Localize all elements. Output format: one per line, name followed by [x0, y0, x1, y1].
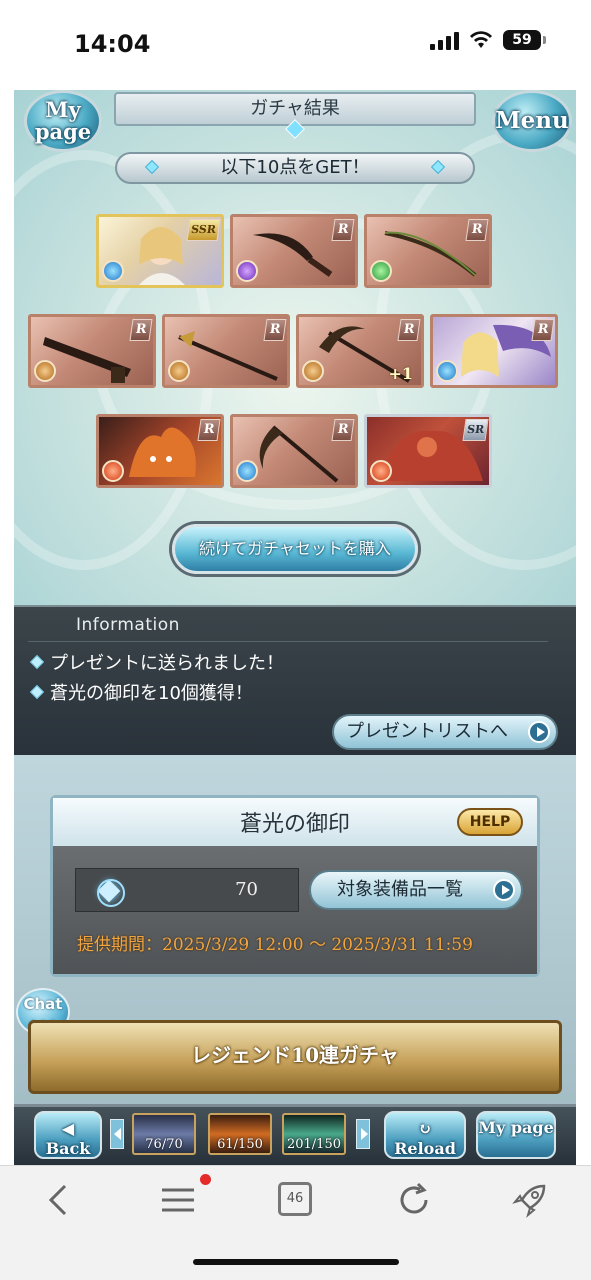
rocket-icon[interactable]	[510, 1180, 550, 1220]
menu-icon[interactable]	[158, 1180, 198, 1220]
gem-right-icon	[430, 159, 446, 175]
home-indicator	[193, 1259, 399, 1265]
result-card-8[interactable]: R	[96, 414, 224, 488]
divider	[28, 641, 548, 642]
information-heading: Information	[76, 615, 180, 635]
rarity-badge: R	[263, 319, 287, 341]
get-text: 以下10点をGET！	[220, 157, 370, 178]
result-card-9[interactable]: R	[230, 414, 358, 488]
reload-icon[interactable]	[394, 1180, 434, 1220]
get-banner: 以下10点をGET！	[115, 152, 475, 184]
water-element-icon	[102, 260, 124, 282]
legend-gacha-title: レジェンド10連ガチャ	[191, 1043, 399, 1067]
legend-gacha-banner[interactable]: レジェンド10連ガチャ	[28, 1020, 562, 1094]
battery-icon: 59	[503, 30, 546, 50]
menu-button[interactable]: Menu	[492, 90, 572, 152]
earth-element-icon	[34, 360, 56, 382]
seal-count: 70	[235, 879, 258, 900]
bottom-mypage-button[interactable]: My page	[476, 1111, 556, 1159]
game-view: My page ガチャ結果 Menu 以下10点をGET！ SSR R R R …	[14, 90, 576, 1165]
clock: 14:04	[74, 30, 151, 58]
rarity-badge: R	[331, 419, 355, 441]
resource-bp: 61/150	[208, 1113, 272, 1155]
rarity-badge: R	[531, 319, 555, 341]
result-card-3[interactable]: R	[364, 214, 492, 288]
water-element-icon	[236, 460, 258, 482]
fire-element-icon	[370, 460, 392, 482]
wifi-icon	[470, 31, 492, 48]
offer-period: 提供期間：2025/3/29 12:00 〜 2025/3/31 11:59	[77, 935, 473, 955]
seal-icon	[94, 876, 125, 907]
rarity-badge: R	[397, 319, 421, 341]
result-card-7[interactable]: R	[430, 314, 558, 388]
back-arrow-icon[interactable]	[40, 1180, 80, 1220]
gem-left-icon	[144, 159, 160, 175]
earth-element-icon	[168, 360, 190, 382]
status-icons: 59	[430, 30, 546, 50]
earth-element-icon	[302, 360, 324, 382]
result-card-1[interactable]: SSR	[96, 214, 224, 288]
arrow-right-icon	[493, 879, 515, 901]
seal-count-box: 70	[75, 868, 299, 912]
dark-element-icon	[236, 260, 258, 282]
info-item: 蒼光の御印を10個獲得！	[29, 679, 253, 705]
seal-panel: 蒼光の御印 HELP 70 対象装備品一覧 提供期間：2025/3/29 12:…	[50, 795, 540, 977]
notification-dot	[200, 1174, 211, 1185]
continue-gacha-button[interactable]: 続けてガチャセットを購入	[172, 524, 418, 574]
back-button[interactable]: ◀ Back	[34, 1111, 102, 1159]
result-card-5[interactable]: R	[162, 314, 290, 388]
signal-icon	[430, 30, 459, 50]
target-equipment-button[interactable]: 対象装備品一覧	[309, 870, 523, 910]
result-card-4[interactable]: R	[28, 314, 156, 388]
gacha-result-area: My page ガチャ結果 Menu 以下10点をGET！ SSR R R R …	[14, 90, 576, 605]
rarity-badge: SSR	[186, 219, 221, 241]
top-bar: My page ガチャ結果 Menu	[14, 90, 576, 152]
scroll-right-icon[interactable]	[356, 1119, 370, 1149]
fire-element-icon	[102, 460, 124, 482]
resource-item: 201/150	[282, 1113, 346, 1155]
result-card-10[interactable]: SR	[364, 414, 492, 488]
diamond-bullet-icon	[29, 684, 45, 700]
information-panel: Information プレゼントに送られました！ 蒼光の御印を10個獲得！ プ…	[14, 605, 576, 755]
plus-badge: +1	[388, 364, 413, 383]
rarity-badge: R	[197, 419, 221, 441]
help-button[interactable]: HELP	[457, 808, 523, 836]
mypage-button[interactable]: My page	[24, 90, 102, 152]
resource-ap: 76/70	[132, 1113, 196, 1155]
rarity-badge: R	[465, 219, 489, 241]
info-item: プレゼントに送られました！	[29, 649, 284, 675]
rarity-badge: R	[331, 219, 355, 241]
reload-button[interactable]: ↻ Reload	[384, 1111, 466, 1159]
diamond-bullet-icon	[29, 654, 45, 670]
water-element-icon	[436, 360, 458, 382]
status-bar: 14:04 59	[0, 0, 591, 90]
tabs-button[interactable]: 46	[278, 1182, 312, 1216]
scroll-left-icon[interactable]	[110, 1119, 124, 1149]
arrow-right-icon	[528, 721, 550, 743]
rarity-badge: SR	[462, 419, 489, 441]
rarity-badge: R	[129, 319, 153, 341]
wind-element-icon	[370, 260, 392, 282]
bottom-nav: ◀ Back 76/70 61/150 201/150 ↻ Reload My pa…	[14, 1104, 576, 1165]
seal-header: 蒼光の御印 HELP	[53, 798, 537, 846]
present-list-button[interactable]: プレゼントリストへ	[332, 714, 558, 750]
result-card-2[interactable]: R	[230, 214, 358, 288]
result-card-6[interactable]: R +1	[296, 314, 424, 388]
seal-body: 70 対象装備品一覧 提供期間：2025/3/29 12:00 〜 2025/3…	[53, 846, 537, 974]
